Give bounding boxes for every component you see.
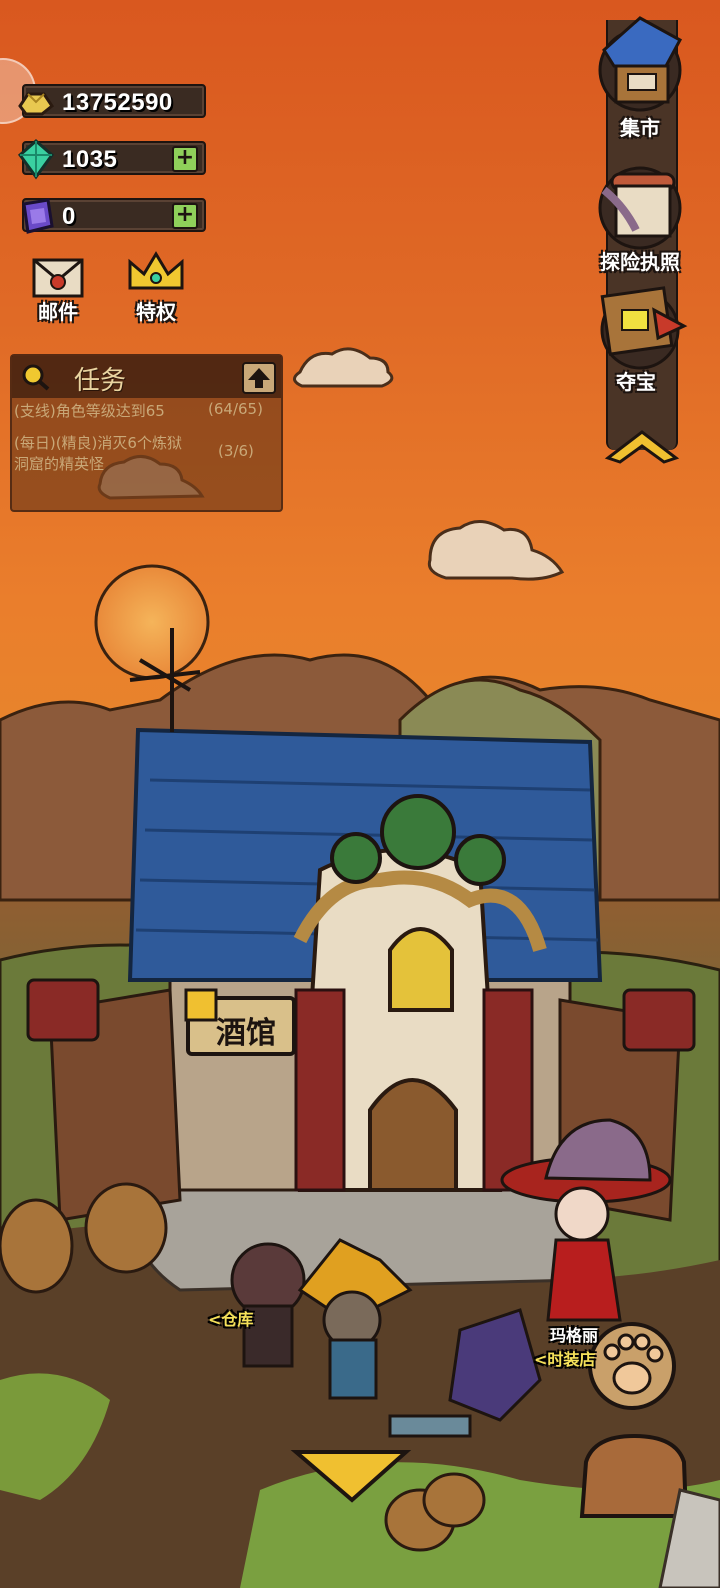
quest-item-2-text-line2[interactable]: 洞窟的精英怪 xyxy=(14,453,104,474)
gem-bar: 1035 + xyxy=(17,139,206,180)
mail-icon xyxy=(32,258,84,298)
fashion-npc-role[interactable]: <时装店 xyxy=(534,1346,595,1370)
scroll-down-button[interactable] xyxy=(296,1448,408,1504)
gold-ingot-icon xyxy=(18,92,55,116)
green-gem-icon xyxy=(17,139,55,180)
search-icon[interactable] xyxy=(20,362,52,392)
treasure-button[interactable]: 夺宝 xyxy=(588,280,696,398)
crystal-bar: 0 + xyxy=(22,198,206,234)
tavern-sign-label[interactable]: 酒馆 xyxy=(216,1008,276,1052)
collapse-quest-button[interactable] xyxy=(242,362,276,394)
market-stall-icon xyxy=(598,16,683,112)
paw-button[interactable] xyxy=(590,1322,676,1408)
warehouse-npc-label[interactable]: <仓库 xyxy=(208,1306,253,1330)
quest-item-1-text[interactable]: (支线)角色等级达到65 xyxy=(14,400,165,421)
chevron-up-icon xyxy=(604,430,680,464)
quest-item-2-progress: (3/6) xyxy=(218,442,254,460)
market-button[interactable]: 集市 xyxy=(590,10,690,140)
privilege-label: 特权 xyxy=(136,300,176,324)
warehouse-npc xyxy=(230,1242,306,1368)
add-crystal-button[interactable]: + xyxy=(172,203,198,229)
tavern-door xyxy=(368,1078,458,1192)
scroll-quill-icon xyxy=(598,166,682,250)
quest-title: 任务 xyxy=(74,366,127,396)
mail-label: 邮件 xyxy=(38,300,78,324)
market-label: 集市 xyxy=(620,116,660,140)
gold-value: 13752590 xyxy=(62,89,173,116)
license-label: 探险执照 xyxy=(600,250,680,274)
crown-icon xyxy=(128,251,184,290)
treasure-label: 夺宝 xyxy=(616,370,656,394)
crystal-value: 0 xyxy=(62,203,76,230)
quest-item-1-progress: (64/65) xyxy=(208,400,263,418)
arrow-up-icon xyxy=(248,368,270,388)
quest-item-2-text-line1[interactable]: (每日)(精良)消灭6个炼狱 xyxy=(14,432,182,453)
add-gems-button[interactable]: + xyxy=(172,146,198,172)
quest-header: 任务 xyxy=(12,356,281,398)
purple-crystal-icon xyxy=(22,198,54,234)
treasure-board-icon xyxy=(600,286,688,370)
gold-bar: 13752590 xyxy=(18,84,206,118)
bag-button[interactable] xyxy=(580,1432,690,1520)
collapse-menu-button[interactable] xyxy=(604,424,680,466)
gem-value: 1035 xyxy=(62,146,118,173)
quest-panel[interactable]: 任务 (支线)角色等级达到65 (64/65) (每日)(精良)消灭6个炼狱 洞… xyxy=(10,354,283,512)
sun-decoration xyxy=(94,564,210,680)
privilege-button[interactable]: 特权 xyxy=(120,248,192,324)
fashion-npc-name[interactable]: 玛格丽 xyxy=(550,1322,598,1346)
mail-button[interactable]: 邮件 xyxy=(24,254,92,324)
license-button[interactable]: 探险执照 xyxy=(586,160,694,278)
